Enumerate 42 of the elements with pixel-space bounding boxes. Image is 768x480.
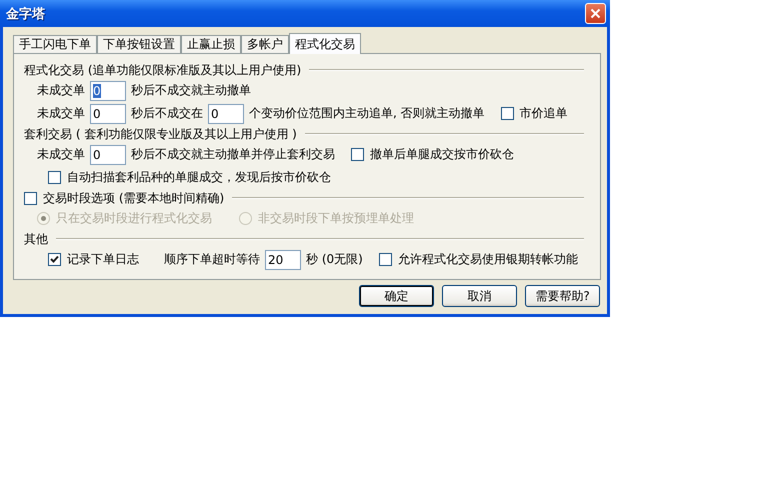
checkbox-label: 允许程式化交易使用银期转帐功能 <box>398 251 578 268</box>
input-field[interactable]: 0 <box>208 104 244 124</box>
tab[interactable]: 下单按钮设置 <box>97 35 181 53</box>
close-button[interactable] <box>585 3 606 24</box>
checkbox[interactable] <box>48 253 61 266</box>
field-label: 未成交单 <box>37 82 85 99</box>
checkbox-label: 市价追单 <box>520 105 568 122</box>
dialog-button[interactable]: 取消 <box>442 285 517 307</box>
field-label: 未成交单 <box>37 146 85 163</box>
checkbox-label: 交易时段选项 (需要本地时间精确) <box>43 190 224 206</box>
section-title: 程式化交易 (追单功能仅限标准版及其以上用户使用) <box>24 62 302 78</box>
tab[interactable]: 多帐户 <box>241 35 289 53</box>
field-label: 秒后不成交在 <box>131 105 203 122</box>
dialog-button[interactable]: 确定 <box>359 285 434 307</box>
checkbox-label: 自动扫描套利品种的单腿成交，发现后按市价砍仓 <box>67 169 331 186</box>
input-field[interactable]: 20 <box>265 250 301 270</box>
checkbox-label: 撤单后单腿成交按市价砍仓 <box>370 146 514 163</box>
close-icon <box>590 8 601 19</box>
section-title: 其他 <box>24 230 48 248</box>
tab[interactable]: 手工闪电下单 <box>13 35 97 53</box>
radio-label: 非交易时段下单按预埋单处理 <box>258 210 414 227</box>
checkbox-label: 记录下单日志 <box>67 251 139 268</box>
checkbox[interactable] <box>351 148 364 161</box>
checkbox[interactable] <box>48 171 61 184</box>
dialog-button[interactable]: 需要帮助? <box>525 285 600 307</box>
checkbox[interactable] <box>500 107 514 120</box>
window-title: 金字塔 <box>6 6 45 22</box>
input-field[interactable]: 0 <box>90 80 126 100</box>
tab[interactable]: 程式化交易 <box>289 33 361 54</box>
field-label: 秒 (0无限) <box>306 251 363 268</box>
section-title: 套利交易 ( 套利功能仅限专业版及其以上用户使用 ) <box>24 126 297 142</box>
checkbox[interactable] <box>378 253 392 266</box>
field-label: 未成交单 <box>37 105 85 122</box>
tab[interactable]: 止赢止损 <box>181 35 241 53</box>
radio-label: 只在交易时段进行程式化交易 <box>56 210 212 227</box>
field-label: 秒后不成交就主动撤单并停止套利交易 <box>131 146 335 163</box>
field-label: 个变动价位范围内主动追单, 否则就主动撤单 <box>249 105 485 122</box>
field-label: 秒后不成交就主动撤单 <box>131 82 251 99</box>
checkbox[interactable] <box>24 192 37 204</box>
input-field[interactable]: 0 <box>90 144 126 164</box>
input-field[interactable]: 0 <box>90 104 126 124</box>
field-label: 顺序下单超时等待 <box>164 251 260 268</box>
